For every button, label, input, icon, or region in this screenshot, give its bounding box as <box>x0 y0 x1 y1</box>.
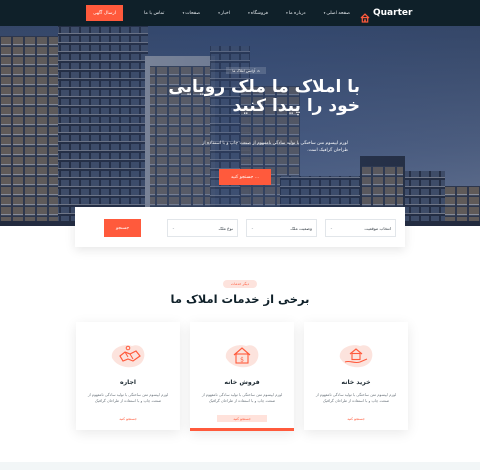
card-title: اجاره <box>119 379 137 386</box>
card-search-link[interactable]: جستجو کنید <box>217 415 267 422</box>
card-description: لورم ایپسوم متن ساختگی با تولید سادگی نا… <box>315 393 397 403</box>
logo-text: Quarter <box>373 8 413 18</box>
nav-label: فروشگاه <box>250 10 268 16</box>
card-search-link[interactable]: جستجو کنید <box>331 415 381 422</box>
hero-search-button[interactable]: جستجو کنید ... <box>219 169 271 185</box>
nav-label: صفحه اصلی <box>326 10 350 16</box>
top-header: Quarter صفحه اصلی▾ درباره ما▾ فروشگاه▾ ا… <box>0 0 480 26</box>
card-title: خرید خانه <box>341 379 371 386</box>
nav-item-pages[interactable]: صفحات▾ <box>183 11 201 16</box>
card-title: فروش خانه <box>224 379 260 386</box>
handshake-icon <box>111 345 145 368</box>
site-logo[interactable]: Quarter <box>360 7 413 23</box>
hero-breadcrumb[interactable]: آژانس املاک ما ⌂ <box>226 67 266 74</box>
chevron-down-icon: ▾ <box>248 10 250 15</box>
service-card-buy-house[interactable]: خرید خانه لورم ایپسوم متن ساختگی با تولی… <box>304 322 408 430</box>
card-description: لورم ایپسوم متن ساختگی با تولید سادگی نا… <box>87 393 169 403</box>
hero-section: آژانس املاک ما ⌂ با املاک ما ملک رویایی … <box>0 26 480 226</box>
house-in-hand-icon <box>339 345 373 368</box>
chevron-down-icon: ▾ <box>182 10 185 15</box>
next-section-strip <box>0 462 480 470</box>
nav-item-about[interactable]: درباره ما▾ <box>286 11 306 16</box>
nav-item-news[interactable]: اخبار▾ <box>218 11 230 16</box>
service-card-rent[interactable]: اجاره لورم ایپسوم متن ساختگی با تولید سا… <box>76 322 180 430</box>
nav-item-home[interactable]: صفحه اصلی▾ <box>324 11 350 16</box>
hero-overlay <box>0 26 480 226</box>
chevron-down-icon: ⌄ <box>251 226 254 230</box>
nav-label: اخبار <box>220 10 231 16</box>
location-select[interactable]: انتخاب موقعیت ⌄ <box>325 219 396 237</box>
nav-label: صفحات <box>185 10 201 16</box>
main-nav: صفحه اصلی▾ درباره ما▾ فروشگاه▾ اخبار▾ صف… <box>144 0 350 26</box>
nav-label: تماس با ما <box>144 10 165 16</box>
property-type-select[interactable]: نوع ملک ⌄ <box>167 219 238 237</box>
chevron-down-icon: ▾ <box>218 10 220 15</box>
nav-label: درباره ما <box>288 10 306 16</box>
select-label: نوع ملک <box>218 225 233 231</box>
chevron-down-icon: ⌄ <box>172 226 175 230</box>
nav-item-shop[interactable]: فروشگاه▾ <box>248 11 268 16</box>
nav-item-contact[interactable]: تماس با ما <box>144 11 164 16</box>
select-label: وضعیت ملک <box>290 225 312 231</box>
chevron-down-icon: ▾ <box>286 10 288 15</box>
hero-description: لورم ایپسوم متن ساختگی با تولید سادگی نا… <box>202 141 348 153</box>
house-logo-icon <box>360 8 370 23</box>
services-title: برخی از خدمات املاک ما <box>170 292 310 306</box>
home-icon: ⌂ <box>257 68 260 73</box>
svg-text:$: $ <box>240 357 244 364</box>
hero-title: با املاک ما ملک رویایی خود را پیدا کنید <box>168 77 360 116</box>
service-card-sell-house[interactable]: $ فروش خانه لورم ایپسوم متن ساختگی با تو… <box>190 322 294 431</box>
chevron-down-icon: ⌄ <box>330 226 333 230</box>
card-search-link[interactable]: جستجو کنید <box>103 415 153 422</box>
search-button[interactable]: جستجو <box>104 219 141 237</box>
select-label: انتخاب موقعیت <box>364 225 391 231</box>
property-search-bar: انتخاب موقعیت ⌄ وضعیت ملک ⌄ نوع ملک ⌄ جس… <box>75 207 405 247</box>
services-badge: دیگر خدمات <box>223 280 257 288</box>
property-status-select[interactable]: وضعیت ملک ⌄ <box>246 219 317 237</box>
breadcrumb-label: آژانس املاک ما <box>232 68 256 73</box>
card-description: لورم ایپسوم متن ساختگی با تولید سادگی نا… <box>201 393 283 403</box>
house-sale-icon: $ <box>225 345 259 368</box>
submit-listing-button[interactable]: ارسال آگهی <box>86 5 123 21</box>
